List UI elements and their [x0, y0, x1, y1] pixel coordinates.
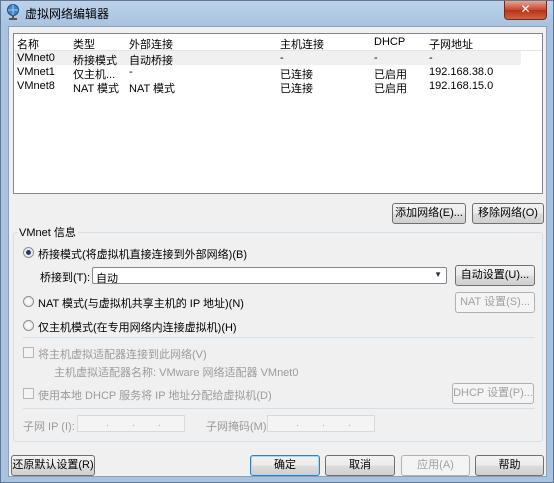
apply-button[interactable]: 应用(A) — [401, 455, 470, 476]
ip-dot: . — [296, 417, 300, 429]
window-title: 虚拟网络编辑器 — [25, 7, 110, 21]
cell-host: - — [280, 52, 284, 64]
cell-external: NAT 模式 — [129, 83, 176, 95]
dhcp-checkbox[interactable] — [23, 388, 34, 399]
ip-dot: . — [322, 417, 326, 429]
ip-dot: . — [348, 417, 352, 429]
network-list-header: 名称 类型 外部连接 主机连接 DHCP 子网地址 — [14, 34, 542, 51]
table-row[interactable]: VMnet8 NAT 模式 NAT 模式 已连接 已启用 192.168.15.… — [15, 79, 521, 95]
add-network-button[interactable]: 添加网络(E)... — [392, 203, 466, 224]
column-header-dhcp[interactable]: DHCP — [374, 36, 405, 48]
connect-adapter-checkbox[interactable] — [23, 347, 34, 358]
subnet-mask-input[interactable]: . . . — [267, 415, 375, 432]
close-button[interactable]: ✕ — [504, 1, 547, 20]
ip-dot: . — [158, 417, 162, 429]
ip-dot: . — [132, 417, 136, 429]
bridged-to-select[interactable]: 自动 ▼ — [92, 267, 447, 285]
nat-mode-radio[interactable] — [23, 296, 34, 307]
table-row[interactable]: VMnet1 仅主机... - 已连接 已启用 192.168.38.0 — [15, 65, 521, 81]
host-only-label[interactable]: 仅主机模式(在专用网络内连接虚拟机)(H) — [38, 319, 237, 335]
cell-type: NAT 模式 — [73, 83, 120, 95]
nat-settings-button[interactable]: NAT 设置(S)... — [455, 292, 535, 313]
cell-external: - — [129, 66, 133, 78]
ok-button[interactable]: 确定 — [250, 455, 320, 476]
chevron-down-icon: ▼ — [434, 270, 442, 279]
title-bar: 虚拟网络编辑器 ✕ — [1, 1, 553, 23]
network-globe-icon — [7, 4, 19, 20]
cell-name: VMnet1 — [17, 66, 55, 78]
vmnet-info-title: VMnet 信息 — [17, 224, 78, 240]
section-divider — [23, 408, 535, 409]
nat-mode-label[interactable]: NAT 模式(与虚拟机共享主机的 IP 地址)(N) — [38, 295, 244, 311]
restore-defaults-button[interactable]: 还原默认设置(R) — [11, 455, 95, 476]
cell-name: VMnet0 — [17, 52, 55, 64]
host-only-radio[interactable] — [23, 320, 34, 331]
virtual-network-editor-window: 虚拟网络编辑器 ✕ 名称 类型 外部连接 主机连接 DHCP 子网地址 VMne… — [0, 0, 554, 483]
subnet-ip-input[interactable]: . . . — [77, 415, 185, 432]
remove-network-button[interactable]: 移除网络(O) — [472, 203, 544, 224]
cell-dhcp: 已启用 — [374, 83, 407, 95]
connect-adapter-label[interactable]: 将主机虚拟适配器连接到此网络(V) — [38, 346, 207, 362]
help-button[interactable]: 帮助 — [475, 455, 544, 476]
cell-subnet: 192.168.15.0 — [429, 80, 494, 92]
dhcp-settings-button[interactable]: DHCP 设置(P)... — [452, 383, 534, 404]
adapter-name-label: 主机虚拟适配器名称: VMware 网络适配器 VMnet0 — [54, 367, 299, 379]
bridged-mode-radio[interactable] — [23, 247, 34, 258]
subnet-mask-label: 子网掩码(M): — [206, 421, 270, 433]
cell-host: 已连接 — [280, 83, 313, 95]
dhcp-label[interactable]: 使用本地 DHCP 服务将 IP 地址分配给虚拟机(D) — [38, 387, 272, 403]
close-icon: ✕ — [520, 2, 531, 16]
section-divider — [23, 337, 535, 338]
cancel-button[interactable]: 取消 — [325, 455, 395, 476]
bridged-to-label: 桥接到(T): — [40, 272, 91, 284]
cell-dhcp: - — [374, 52, 378, 64]
cell-subnet: 192.168.38.0 — [429, 66, 494, 78]
bridged-to-value: 自动 — [96, 273, 118, 285]
table-row[interactable]: VMnet0 桥接模式 自动桥接 - - - — [15, 51, 521, 67]
subnet-ip-label: 子网 IP (I): — [23, 421, 75, 433]
dialog-client-area: 名称 类型 外部连接 主机连接 DHCP 子网地址 VMnet0 桥接模式 自动… — [8, 26, 547, 477]
cell-name: VMnet8 — [17, 80, 55, 92]
ip-dot: . — [106, 417, 110, 429]
cell-subnet: - — [429, 52, 433, 64]
auto-settings-button[interactable]: 自动设置(U)... — [455, 265, 535, 286]
network-list[interactable]: 名称 类型 外部连接 主机连接 DHCP 子网地址 VMnet0 桥接模式 自动… — [13, 33, 543, 194]
bridged-mode-label[interactable]: 桥接模式(将虚拟机直接连接到外部网络)(B) — [38, 246, 247, 262]
